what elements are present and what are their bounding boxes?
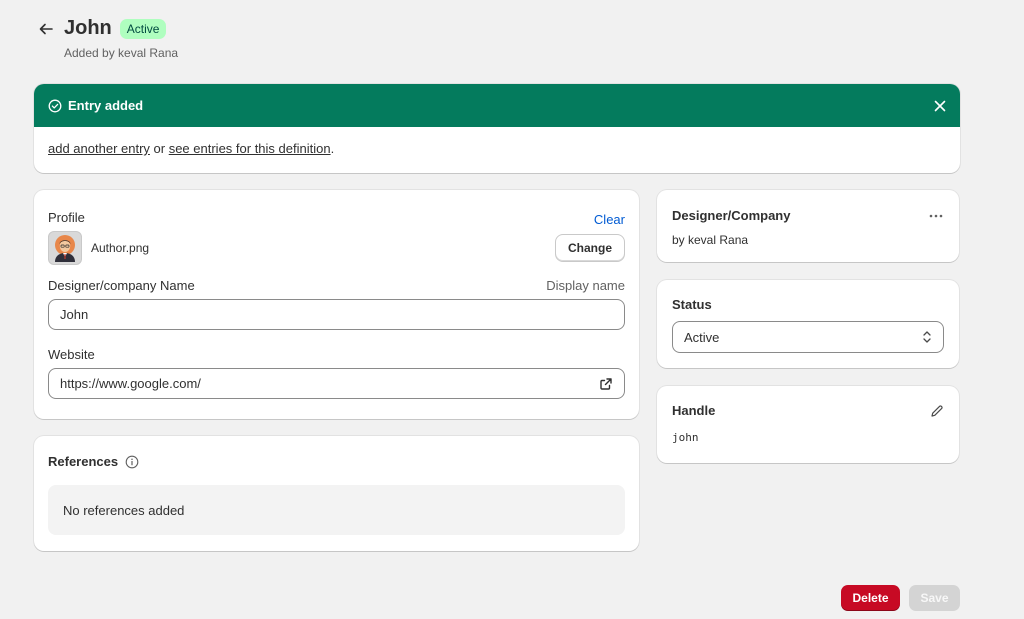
more-actions-icon[interactable] <box>928 213 944 219</box>
banner-suffix: . <box>330 141 335 156</box>
designer-card-title: Designer/Company <box>672 208 791 223</box>
pencil-edit-icon[interactable] <box>930 404 944 418</box>
profile-file-row: Author.png Change <box>48 231 625 265</box>
designer-card-subtitle: by keval Rana <box>672 233 749 247</box>
designer-company-card: Designer/Company by keval Rana <box>657 190 959 262</box>
references-card: References No references added <box>34 436 639 551</box>
status-card: Status Active <box>657 280 959 368</box>
banner-title: Entry added <box>68 98 144 113</box>
banner-body: add another entry or see entries for thi… <box>34 127 960 170</box>
clear-button[interactable]: Clear <box>594 212 625 227</box>
status-badge: Active <box>119 18 167 39</box>
profile-filename: Author.png <box>91 241 150 255</box>
page-subtitle: Added by keval Rana <box>64 46 179 60</box>
success-banner: Entry added add another entry or see ent… <box>34 84 960 173</box>
banner-header: Entry added <box>34 84 960 127</box>
handle-card-header: Handle <box>672 403 944 418</box>
delete-button[interactable]: Delete <box>841 585 900 611</box>
status-select[interactable]: Active <box>672 321 944 353</box>
add-another-entry-link[interactable]: add another entry <box>48 141 150 156</box>
handle-card: Handle john <box>657 386 959 463</box>
handle-card-title: Handle <box>672 403 716 418</box>
info-icon[interactable] <box>125 455 139 469</box>
name-field-hint: Display name <box>546 278 625 293</box>
external-link-icon[interactable] <box>599 377 613 391</box>
website-value: https://www.google.com/ <box>60 376 201 391</box>
page-header: John Active Added by keval Rana <box>38 17 178 60</box>
name-field-label-row: Designer/company Name Display name <box>48 278 625 293</box>
title-row: John Active <box>38 17 178 40</box>
save-button[interactable]: Save <box>909 585 960 611</box>
back-arrow-icon[interactable] <box>38 20 56 38</box>
profile-thumbnail <box>48 231 82 265</box>
check-circle-icon <box>48 99 62 113</box>
avatar-illustration-icon <box>55 235 75 262</box>
chevron-up-down-icon <box>922 330 932 344</box>
status-card-title: Status <box>672 297 712 312</box>
references-empty-state: No references added <box>48 485 625 535</box>
close-icon[interactable] <box>934 100 946 112</box>
page-title: John <box>64 17 112 39</box>
website-field-label-row: Website <box>48 347 625 362</box>
designer-name-input[interactable]: John <box>48 299 625 330</box>
references-header: References <box>48 454 625 469</box>
name-field-label: Designer/company Name <box>48 278 195 293</box>
status-select-value: Active <box>684 329 720 345</box>
designer-card-header: Designer/Company <box>672 208 944 223</box>
change-button[interactable]: Change <box>554 234 625 262</box>
entry-fields-card: Profile Clear Author.png Change Designer… <box>34 190 639 419</box>
handle-value: john <box>672 431 699 444</box>
see-entries-link[interactable]: see entries for this definition <box>169 141 331 156</box>
website-input[interactable]: https://www.google.com/ <box>48 368 625 399</box>
profile-label: Profile <box>48 210 85 225</box>
profile-header: Profile Clear <box>48 208 625 227</box>
references-title: References <box>48 454 119 469</box>
banner-connector: or <box>149 141 169 156</box>
website-field-label: Website <box>48 347 95 362</box>
designer-name-value: John <box>60 307 89 322</box>
